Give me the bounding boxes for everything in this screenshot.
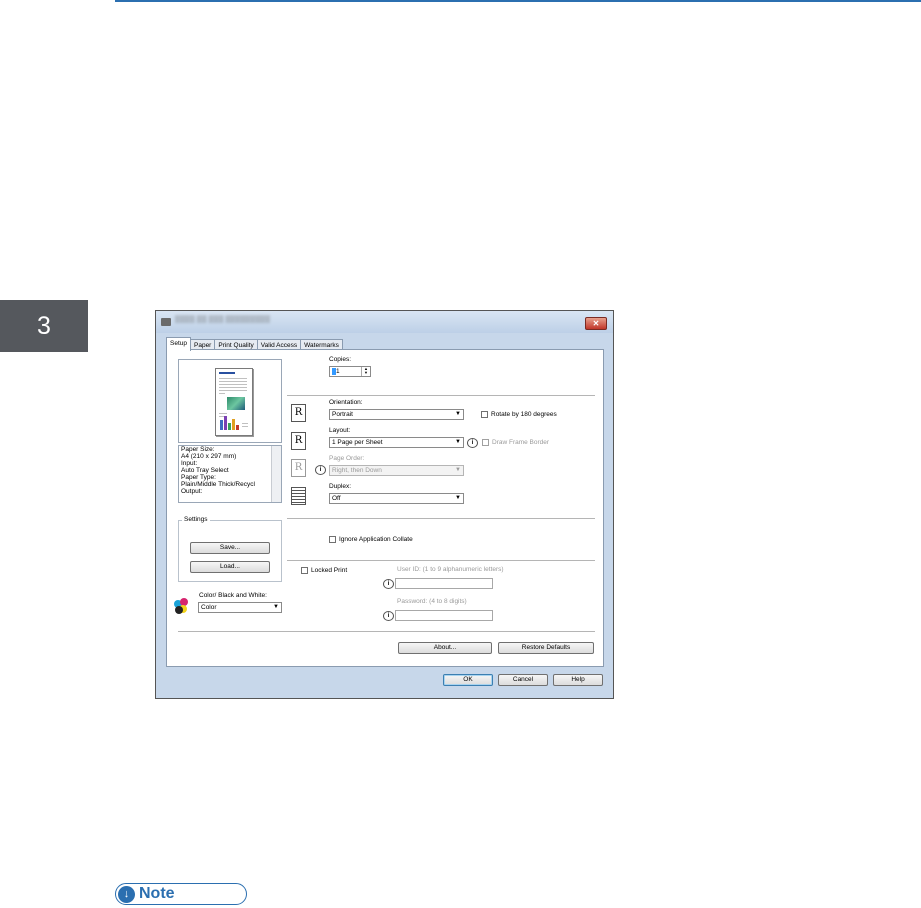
summary-scrollbar[interactable] xyxy=(271,446,281,502)
divider xyxy=(287,560,595,561)
duplex-select[interactable]: Off ▼ xyxy=(329,493,464,504)
tab-setup[interactable]: Setup xyxy=(166,337,191,351)
save-button[interactable]: Save... xyxy=(190,542,270,554)
divider xyxy=(178,631,595,632)
printer-icon xyxy=(161,318,171,326)
draw-frame-border-checkbox[interactable] xyxy=(482,439,489,446)
draw-frame-border-label: Draw Frame Border xyxy=(492,439,550,446)
photo-thumbnail xyxy=(227,397,245,410)
divider xyxy=(287,395,595,396)
top-rule xyxy=(115,0,921,2)
copies-spin-buttons[interactable]: ▲ ▼ xyxy=(361,367,370,376)
page-order-label: Page Order: xyxy=(329,455,365,462)
info-icon[interactable]: i xyxy=(467,438,478,448)
list-item: Output: xyxy=(181,488,203,495)
rotate-180-label: Rotate by 180 degrees xyxy=(491,411,557,418)
help-button[interactable]: Help xyxy=(553,674,603,686)
orientation-select[interactable]: Portrait ▼ xyxy=(329,409,464,420)
duplex-label: Duplex: xyxy=(329,483,352,490)
ok-button[interactable]: OK xyxy=(443,674,493,686)
color-mode-icon xyxy=(174,598,190,614)
layout-select[interactable]: 1 Page per Sheet ▼ xyxy=(329,437,464,448)
note-label: Note xyxy=(139,885,175,902)
chevron-down-icon: ▼ xyxy=(455,467,461,473)
down-arrow-circle-icon: ↓ xyxy=(118,885,135,903)
note-badge: ↓ Note xyxy=(115,883,247,905)
copies-label: Copies: xyxy=(329,356,352,363)
user-id-label: User ID: (1 to 9 alphanumeric letters) xyxy=(397,566,504,573)
page-preview xyxy=(178,359,282,443)
list-item: A4 (210 x 297 mm) xyxy=(181,453,237,460)
page-order-select[interactable]: Right, then Down ▼ xyxy=(329,465,464,476)
rotate-180-checkbox[interactable] xyxy=(481,411,488,418)
info-icon[interactable]: i xyxy=(383,579,394,589)
page-order-value: Right, then Down xyxy=(332,467,382,474)
locked-print-checkbox[interactable] xyxy=(301,567,308,574)
close-button[interactable]: ✕ xyxy=(585,317,607,330)
layout-icon: R xyxy=(291,432,306,450)
chevron-down-icon: ▼ xyxy=(455,411,461,417)
chevron-down-icon: ▼ xyxy=(455,495,461,501)
password-label: Password: (4 to 8 digits) xyxy=(397,598,467,605)
load-button[interactable]: Load... xyxy=(190,561,270,573)
chapter-tab: 3 xyxy=(0,300,88,352)
settings-summary-list[interactable]: Paper Size: A4 (210 x 297 mm) Input: Aut… xyxy=(178,445,282,503)
password-input[interactable] xyxy=(395,610,493,621)
user-id-input[interactable] xyxy=(395,578,493,589)
duplex-value: Off xyxy=(332,495,341,502)
orientation-label: Orientation: xyxy=(329,399,363,406)
chevron-down-icon: ▼ xyxy=(455,439,461,445)
ignore-collate-checkbox[interactable] xyxy=(329,536,336,543)
setup-panel: Paper Size: A4 (210 x 297 mm) Input: Aut… xyxy=(166,349,604,667)
list-item: Paper Size: xyxy=(181,446,215,453)
layout-label: Layout: xyxy=(329,427,351,434)
color-mode-select[interactable]: Color ▼ xyxy=(198,602,282,613)
copies-value: 1 xyxy=(336,368,340,375)
list-item: Input: xyxy=(181,460,198,467)
divider xyxy=(287,518,595,519)
color-mode-label: Color/ Black and White: xyxy=(199,592,267,599)
duplex-icon xyxy=(291,487,306,505)
page-order-icon: R xyxy=(291,459,306,477)
layout-value: 1 Page per Sheet xyxy=(332,439,383,446)
locked-print-label: Locked Print xyxy=(311,567,348,574)
list-item: Paper Type: xyxy=(181,474,216,481)
restore-defaults-button[interactable]: Restore Defaults xyxy=(498,642,594,654)
color-mode-value: Color xyxy=(201,604,217,611)
printer-properties-dialog: ▒▒▒▒ ▒▒ ▒▒▒ ▒▒▒▒▒▒▒▒▒ ✕ Setup Paper Prin… xyxy=(155,310,614,699)
info-icon[interactable]: i xyxy=(315,465,326,475)
ignore-collate-label: Ignore Application Collate xyxy=(339,536,413,543)
info-icon[interactable]: i xyxy=(383,611,394,621)
cancel-button[interactable]: Cancel xyxy=(498,674,548,686)
orientation-portrait-icon: R xyxy=(291,404,306,422)
chevron-down-icon: ▼ xyxy=(273,604,279,610)
spin-down-icon[interactable]: ▼ xyxy=(362,371,370,375)
list-item: Plain/Middle Thick/Recycl xyxy=(181,481,255,488)
document-thumbnail xyxy=(215,368,253,436)
settings-group: Settings Save... Load... xyxy=(178,516,282,582)
settings-legend: Settings xyxy=(182,516,210,523)
title-bar[interactable]: ▒▒▒▒ ▒▒ ▒▒▒ ▒▒▒▒▒▒▒▒▒ ✕ xyxy=(156,311,613,333)
copies-stepper[interactable]: 1 ▲ ▼ xyxy=(329,366,371,377)
window-title: ▒▒▒▒ ▒▒ ▒▒▒ ▒▒▒▒▒▒▒▒▒ xyxy=(175,316,271,323)
list-item: Auto Tray Select xyxy=(181,467,229,474)
about-button[interactable]: About... xyxy=(398,642,492,654)
orientation-value: Portrait xyxy=(332,411,353,418)
